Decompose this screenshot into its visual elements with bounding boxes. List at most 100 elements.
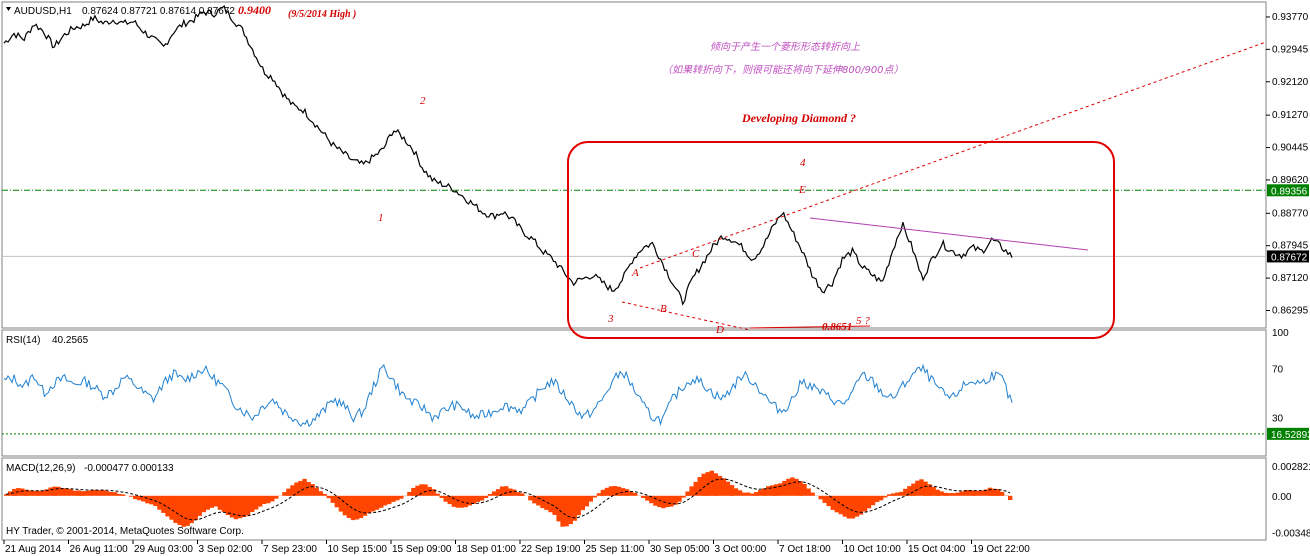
macd-histogram-bar <box>943 492 948 496</box>
high-value-label: 0.9400 <box>238 3 271 17</box>
x-tick-label: 15 Sep 09:00 <box>392 544 452 555</box>
price-y-tick-label: 0.91270 <box>1272 110 1309 121</box>
macd-histogram-bar <box>713 473 718 496</box>
macd-histogram-bar <box>536 495 541 506</box>
macd-histogram-bar <box>842 495 848 517</box>
macd-histogram-bar <box>778 483 783 496</box>
macd-histogram-bar <box>181 495 186 527</box>
macd-histogram-bar <box>487 494 493 496</box>
price-y-tick-label: 0.88770 <box>1272 208 1309 219</box>
price-y-tick-label: 0.86295 <box>1272 305 1309 316</box>
rsi-value: 40.2565 <box>52 335 89 346</box>
macd-histogram-bar <box>504 486 509 496</box>
macd-histogram-bar <box>862 495 868 512</box>
rsi-y-tick-label: 70 <box>1272 365 1284 376</box>
macd-histogram-bar <box>866 495 872 509</box>
macd-histogram-bar <box>883 495 888 498</box>
macd-histogram-bar <box>624 489 630 496</box>
macd-histogram-bar <box>641 495 646 498</box>
macd-histogram-bar <box>399 495 404 499</box>
macd-histogram-bar <box>733 488 739 496</box>
macd-histogram-bar <box>729 485 735 496</box>
rsi-y-tick-label: 100 <box>1272 328 1289 339</box>
macd-histogram-bar <box>858 495 864 515</box>
macd-histogram-bar <box>701 473 706 496</box>
wave-label-1: 1 <box>378 212 384 224</box>
wave-label-d: D <box>715 324 724 336</box>
macd-histogram-bar <box>745 492 751 496</box>
macd-histogram-bar <box>935 489 940 496</box>
chinese-note-line2: （如果转折向下，则很可能还将向下延伸800/900点） <box>662 64 904 76</box>
macd-histogram-bar <box>104 491 110 496</box>
macd-histogram-bar <box>802 483 807 496</box>
macd-histogram-bar <box>197 495 202 516</box>
macd-histogram-bar <box>221 495 227 512</box>
macd-histogram-bar <box>818 495 823 500</box>
macd-histogram-bar <box>326 495 331 499</box>
macd-y-tick-label: -0.003489 <box>1272 529 1310 540</box>
macd-histogram-bar <box>959 491 964 496</box>
macd-histogram-bar <box>596 493 602 496</box>
macd-histogram-bar <box>758 490 763 496</box>
macd-histogram-bar <box>383 495 388 506</box>
horizontal-lines <box>2 189 1266 435</box>
macd-histogram-bar <box>592 495 598 498</box>
macd-histogram-bar <box>20 488 25 496</box>
macd-histogram-bar <box>564 495 569 527</box>
macd-histogram-bar <box>588 495 593 502</box>
macd-histogram-bar <box>887 494 892 496</box>
macd-histogram-bar <box>576 495 581 516</box>
macd-histogram-bar <box>112 492 118 496</box>
macd-histogram-bar <box>697 477 702 496</box>
macd-histogram-bar <box>915 480 920 496</box>
macd-histogram-bar <box>540 495 545 509</box>
macd-histogram-bar <box>721 478 727 496</box>
ohlc-readout: 0.87624 0.87721 0.87614 0.87672 <box>82 6 235 17</box>
macd-histogram-bar <box>298 480 303 496</box>
price-y-tick-label: 0.89620 <box>1272 175 1309 186</box>
x-tick-label: 19 Oct 22:00 <box>973 544 1031 555</box>
macd-histogram-bar <box>209 495 214 508</box>
macd-histogram-bar <box>653 495 658 506</box>
window-menu-icon[interactable] <box>6 7 11 11</box>
macd-histogram-bar <box>165 495 170 517</box>
x-tick-label: 15 Oct 04:00 <box>908 544 966 555</box>
macd-histogram-bar <box>548 495 553 513</box>
macd-histogram-bar <box>366 495 372 514</box>
macd-histogram-bar <box>266 495 271 504</box>
rsi-level-tag-label: 16.52893 <box>1271 430 1310 441</box>
x-tick-label: 3 Oct 00:00 <box>715 544 767 555</box>
rsi-line <box>3 363 1013 427</box>
macd-histogram-bar <box>512 489 517 496</box>
macd-histogram-bar <box>48 487 53 496</box>
macd-histogram-bar <box>874 495 880 502</box>
wave-label-e: E <box>798 184 806 196</box>
macd-histogram-bar <box>891 493 896 496</box>
macd-histogram-bar <box>608 486 614 496</box>
macd-series <box>4 470 1013 527</box>
macd-histogram-bar <box>737 490 743 496</box>
rsi-y-axis: 100 70 30 16.52893 <box>1267 328 1310 441</box>
macd-histogram-bar <box>899 491 904 496</box>
macd-histogram-bar <box>834 495 839 513</box>
macd-histogram-bar <box>225 495 231 515</box>
macd-histogram-bar <box>254 495 259 510</box>
macd-histogram-bar <box>92 489 98 496</box>
macd-histogram-bar <box>830 495 835 510</box>
macd-histogram-bar <box>931 486 936 496</box>
macd-histogram-bar <box>475 495 481 502</box>
macd-histogram-bar <box>939 491 944 496</box>
macd-histogram-bar <box>528 495 533 501</box>
x-tick-label: 7 Sep 23:00 <box>263 544 317 555</box>
macd-histogram-bar <box>516 492 521 496</box>
macd-histogram-bar <box>395 495 400 501</box>
macd-histogram-bar <box>217 495 223 510</box>
macd-histogram-bar <box>322 493 327 496</box>
macd-histogram-bar <box>161 495 166 513</box>
macd-histogram-bar <box>270 495 275 502</box>
macd-y-tick-label: 0.00 <box>1272 492 1292 503</box>
x-tick-label: 7 Oct 18:00 <box>779 544 831 555</box>
macd-histogram-bar <box>64 488 69 496</box>
x-tick-label: 26 Aug 11:00 <box>70 544 129 555</box>
macd-histogram-bar <box>354 495 360 520</box>
